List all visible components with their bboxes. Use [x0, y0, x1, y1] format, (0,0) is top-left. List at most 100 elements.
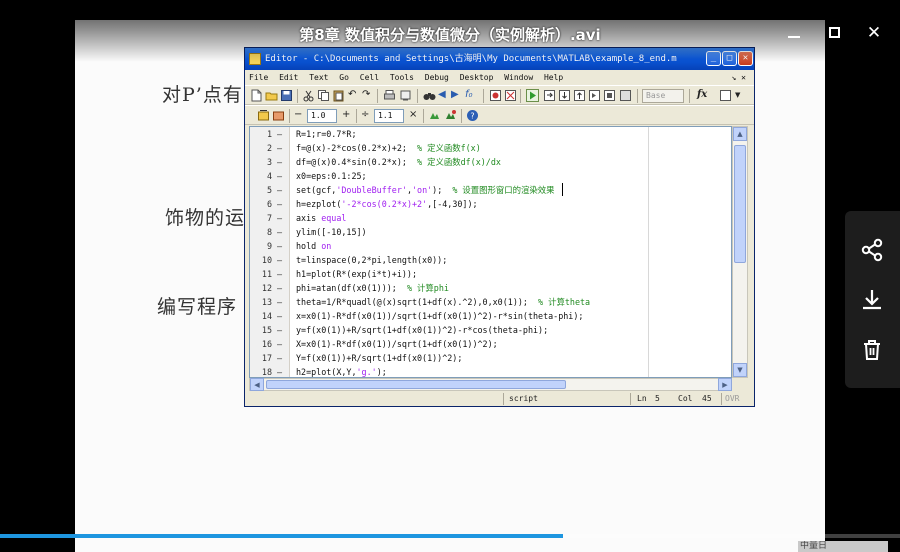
increment-button[interactable]: + [342, 108, 350, 122]
fx-function-browser-icon[interactable]: fx [697, 88, 707, 102]
clear-breakpoints-icon[interactable] [504, 89, 517, 102]
editor-horizontal-scrollbar[interactable]: ◀ ▶ [249, 378, 732, 391]
multiply-value-field[interactable]: 1.1 [374, 109, 404, 123]
scroll-right-icon[interactable]: ▶ [718, 378, 732, 391]
run-icon[interactable] [526, 89, 539, 102]
print-icon[interactable] [383, 89, 396, 102]
menu-help[interactable]: Help [544, 70, 563, 85]
step-in-icon[interactable] [558, 89, 571, 102]
open-folder-icon[interactable] [265, 89, 278, 102]
horizontal-scroll-thumb[interactable] [266, 380, 566, 389]
video-progress-bar[interactable] [0, 534, 900, 538]
menu-desktop[interactable]: Desktop [460, 70, 494, 85]
editor-vertical-scrollbar[interactable]: ▲ ▼ [732, 126, 748, 378]
menu-dock-controls[interactable]: ↘ ✕ [732, 70, 746, 85]
code-line[interactable]: 4 — x0=eps:0.1:25; [250, 169, 731, 183]
code-line[interactable]: 6 — h=ezplot('-2*cos(0.2*x)+2',[-4,30]); [250, 197, 731, 211]
breakpoint-marker[interactable]: — [277, 253, 282, 267]
decrement-button[interactable]: − [294, 108, 302, 122]
code-line[interactable]: 15 — y=f(x0(1))+R/sqrt(1+df(x0(1))^2)-r*co… [250, 323, 731, 337]
code-line[interactable]: 10 — t=linspace(0,2*pi,length(x0)); [250, 253, 731, 267]
stack-icon[interactable] [619, 89, 632, 102]
scroll-left-icon[interactable]: ◀ [250, 378, 264, 391]
menu-debug[interactable]: Debug [425, 70, 449, 85]
code-line[interactable]: 2 — f=@(x)-2*cos(0.2*x)+2; % 定义函数f(x) [250, 141, 731, 155]
print-preview-icon[interactable] [399, 89, 412, 102]
trash-icon[interactable] [858, 336, 886, 364]
cell-insert-icon[interactable] [257, 109, 270, 122]
cell-evaluate-icon[interactable] [272, 109, 285, 122]
breakpoint-marker[interactable]: — [277, 127, 282, 141]
breakpoint-marker[interactable]: — [277, 197, 282, 211]
step-icon[interactable] [543, 89, 556, 102]
set-breakpoint-icon[interactable] [489, 89, 502, 102]
save-icon[interactable] [280, 89, 293, 102]
player-maximize-button[interactable] [823, 22, 845, 44]
player-close-button[interactable]: ✕ [863, 22, 885, 44]
breakpoint-marker[interactable]: — [277, 239, 282, 253]
breakpoint-marker[interactable]: — [277, 337, 282, 351]
code-line[interactable]: 16 — X=x0(1)-R*df(x0(1))/sqrt(1+df(x0(1))^… [250, 337, 731, 351]
breakpoint-marker[interactable]: — [277, 267, 282, 281]
code-line[interactable]: 13 — theta=1/R*quadl(@(x)sqrt(1+df(x).^2),… [250, 295, 731, 309]
code-line[interactable]: 12 — phi=atan(df(x0(1))); % 计算phi [250, 281, 731, 295]
menu-window[interactable]: Window [504, 70, 533, 85]
breakpoint-marker[interactable]: — [277, 309, 282, 323]
function-nav-icon[interactable]: f₀ [465, 88, 473, 102]
code-line[interactable]: 9 — hold on [250, 239, 731, 253]
menu-go[interactable]: Go [339, 70, 349, 85]
find-binoculars-icon[interactable] [423, 89, 436, 102]
cell-help-icon[interactable]: ? [466, 109, 479, 122]
breakpoint-marker[interactable]: — [277, 169, 282, 183]
scroll-up-icon[interactable]: ▲ [733, 127, 747, 141]
window-layout-icon[interactable] [719, 89, 732, 102]
forward-arrow-icon[interactable]: ▶ [451, 88, 459, 102]
code-line[interactable]: 7 — axis equal [250, 211, 731, 225]
breakpoint-marker[interactable]: — [277, 295, 282, 309]
code-line[interactable]: 3 — df=@(x)0.4*sin(0.2*x); % 定义函数df(x)/dx [250, 155, 731, 169]
breakpoint-marker[interactable]: — [277, 211, 282, 225]
player-minimize-button[interactable] [783, 22, 805, 44]
code-line[interactable]: 17 — Y=f(x0(1))+R/sqrt(1+df(x0(1))^2); [250, 351, 731, 365]
vertical-scroll-thumb[interactable] [734, 145, 746, 263]
menu-tools[interactable]: Tools [390, 70, 414, 85]
breakpoint-marker[interactable]: — [277, 365, 282, 377]
code-line[interactable]: 11 — h1=plot(R*(exp(i*t)+i)); [250, 267, 731, 281]
scroll-down-icon[interactable]: ▼ [733, 363, 747, 377]
share-icon[interactable] [858, 236, 886, 264]
layout-dropdown-icon[interactable]: ▼ [735, 88, 740, 102]
menu-cell[interactable]: Cell [360, 70, 379, 85]
breakpoint-marker[interactable]: — [277, 141, 282, 155]
breakpoint-marker[interactable]: — [277, 183, 282, 197]
new-file-icon[interactable] [250, 89, 263, 102]
code-line[interactable]: 8 — ylim([-10,15]) [250, 225, 731, 239]
code-line[interactable]: 18 — h2=plot(X,Y,'g.'); [250, 365, 731, 377]
matlab-editor-window[interactable]: Editor - C:\Documents and Settings\古海明\M… [244, 47, 755, 407]
breakpoint-marker[interactable]: — [277, 155, 282, 169]
code-editor-area[interactable]: 1 — R=1;r=0.7*R; 2 — f=@(x)-2*cos(0.2*x)+2; %… [249, 126, 732, 378]
cell-evaluate-file-icon[interactable] [444, 109, 457, 122]
code-line[interactable]: 1 — R=1;r=0.7*R; [250, 127, 731, 141]
breakpoint-marker[interactable]: — [277, 225, 282, 239]
paste-icon[interactable] [332, 89, 345, 102]
cut-icon[interactable] [302, 89, 315, 102]
menu-text[interactable]: Text [309, 70, 328, 85]
undo-icon[interactable]: ↶ [348, 88, 356, 102]
download-icon[interactable] [858, 286, 886, 314]
breakpoint-marker[interactable]: — [277, 323, 282, 337]
stack-base-combo[interactable]: Base [642, 89, 684, 103]
code-line[interactable]: 14 — x=x0(1)-R*df(x0(1))/sqrt(1+df(x0(1))^… [250, 309, 731, 323]
breakpoint-marker[interactable]: — [277, 351, 282, 365]
increment-value-field[interactable]: 1.0 [307, 109, 337, 123]
breakpoint-marker[interactable]: — [277, 281, 282, 295]
cell-evaluate-advance-icon[interactable] [428, 109, 441, 122]
divide-button[interactable]: ÷ [361, 108, 369, 122]
continue-icon[interactable] [588, 89, 601, 102]
redo-icon[interactable]: ↷ [362, 88, 370, 102]
menu-edit[interactable]: Edit [279, 70, 298, 85]
multiply-button[interactable]: × [409, 108, 417, 122]
back-arrow-icon[interactable]: ◀ [438, 88, 446, 102]
menu-file[interactable]: File [249, 70, 268, 85]
exit-debug-icon[interactable] [603, 89, 616, 102]
copy-icon[interactable] [317, 89, 330, 102]
